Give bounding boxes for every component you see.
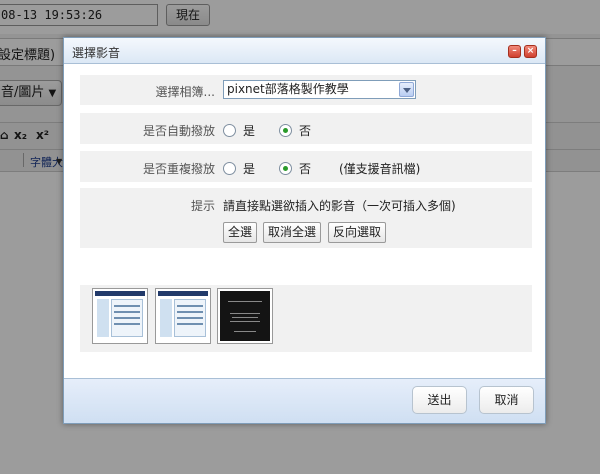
select-all-button[interactable]: 全選: [223, 222, 257, 243]
hint-row: 提示 請直接點選欲插入的影音（一次可插入多個) 全選 取消全選 反向選取: [80, 188, 532, 248]
repeat-yes-radio[interactable]: [223, 162, 236, 175]
dialog-titlebar[interactable]: 選擇影音 – ×: [64, 38, 545, 64]
cancel-button[interactable]: 取消: [479, 386, 534, 414]
autoplay-no-label: 否: [299, 124, 312, 138]
hint-text: 請直接點選欲插入的影音（一次可插入多個): [223, 199, 456, 213]
autoplay-label: 是否自動撥放: [142, 124, 215, 138]
autoplay-row: 是否自動撥放 是 否: [80, 113, 532, 144]
dialog-body: 選擇相簿... pixnet部落格製作教學 是否自動撥放 是 否 是否重複撥放: [65, 65, 544, 377]
repeat-no-radio[interactable]: [279, 162, 292, 175]
select-media-dialog: 選擇影音 – × 選擇相簿... pixnet部落格製作教學 是否自動撥放 是 …: [63, 37, 546, 424]
thumbnail-image: [158, 291, 208, 341]
minimize-icon[interactable]: –: [508, 45, 521, 58]
media-thumbnail[interactable]: [155, 288, 211, 344]
album-label: 選擇相簿...: [155, 85, 215, 99]
deselect-all-button[interactable]: 取消全選: [263, 222, 321, 243]
repeat-no-label: 否: [299, 162, 312, 176]
repeat-no-option[interactable]: 否: [279, 160, 311, 177]
repeat-note: (僅支援音訊檔): [339, 162, 421, 176]
invert-selection-button[interactable]: 反向選取: [328, 222, 386, 243]
autoplay-yes-label: 是: [243, 124, 256, 138]
dialog-title: 選擇影音: [72, 46, 121, 60]
autoplay-yes-option[interactable]: 是: [223, 122, 255, 139]
repeat-yes-label: 是: [243, 162, 256, 176]
album-selected-value: pixnet部落格製作教學: [227, 82, 349, 96]
media-thumbnail-grid: [80, 285, 532, 352]
autoplay-yes-radio[interactable]: [223, 124, 236, 137]
thumbnail-image: [95, 291, 145, 341]
submit-button[interactable]: 送出: [412, 386, 467, 414]
thumbnail-image: [220, 291, 270, 341]
album-select[interactable]: pixnet部落格製作教學: [223, 80, 416, 99]
hint-label: 提示: [190, 199, 215, 213]
dialog-footer: 送出 取消: [64, 378, 545, 423]
repeat-label: 是否重複撥放: [142, 162, 215, 176]
repeat-row: 是否重複撥放 是 否 (僅支援音訊檔): [80, 151, 532, 182]
autoplay-no-radio[interactable]: [279, 124, 292, 137]
repeat-yes-option[interactable]: 是: [223, 160, 255, 177]
media-thumbnail[interactable]: [92, 288, 148, 344]
chevron-down-icon[interactable]: [399, 82, 414, 97]
album-row: 選擇相簿... pixnet部落格製作教學: [80, 75, 532, 105]
autoplay-no-option[interactable]: 否: [279, 122, 311, 139]
media-thumbnail[interactable]: [217, 288, 273, 344]
close-icon[interactable]: ×: [524, 45, 537, 58]
